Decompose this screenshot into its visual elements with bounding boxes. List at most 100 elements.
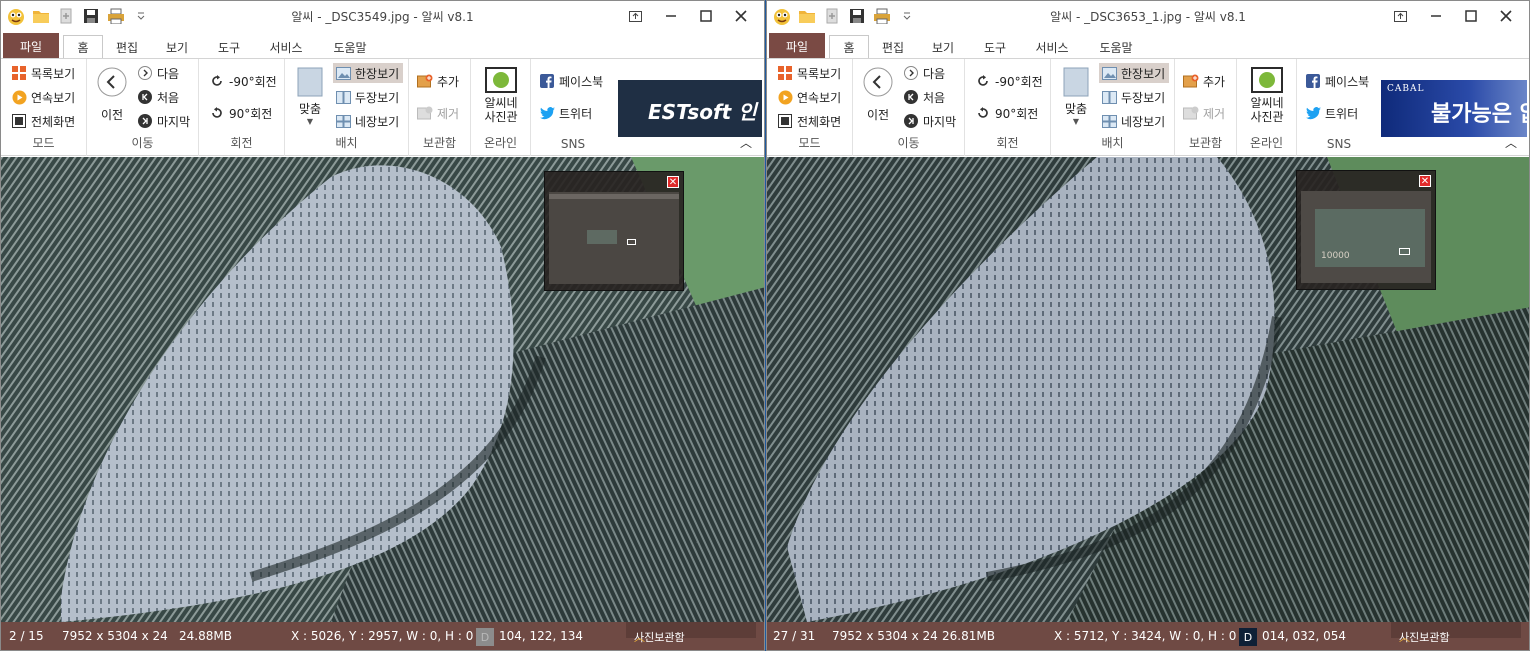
play-icon bbox=[11, 89, 27, 105]
single-view-button[interactable]: 한장보기 bbox=[1099, 63, 1170, 83]
rotate-cw-button[interactable]: 90°회전 bbox=[209, 103, 272, 123]
last-button[interactable]: 마지막 bbox=[903, 111, 956, 131]
navigator-panel[interactable]: ✕ bbox=[544, 171, 684, 291]
navigator-view-rect[interactable] bbox=[1399, 248, 1410, 255]
slideshow-button[interactable]: 연속보기 bbox=[777, 87, 841, 107]
tab-file[interactable]: 파일 bbox=[769, 33, 825, 59]
group-label-online: 온라인 bbox=[1249, 136, 1284, 150]
tab-help[interactable]: 도움말 bbox=[325, 36, 375, 59]
album-remove-button[interactable]: 제거 bbox=[417, 103, 459, 123]
quad-view-button[interactable]: 네장보기 bbox=[335, 111, 399, 131]
last-button[interactable]: 마지막 bbox=[137, 111, 190, 131]
slideshow-button[interactable]: 연속보기 bbox=[11, 87, 75, 107]
alsee-photo-studio-button[interactable]: 알씨네 사진관 bbox=[1243, 66, 1291, 124]
prev-button[interactable]: 이전 bbox=[861, 67, 895, 123]
image-canvas[interactable]: ✕ bbox=[1, 157, 764, 622]
group-label-online: 온라인 bbox=[483, 136, 518, 150]
dropdown-arrow-icon: ▼ bbox=[1072, 117, 1080, 126]
tab-tools[interactable]: 도구 bbox=[211, 36, 247, 59]
pin-top-icon[interactable] bbox=[618, 5, 653, 27]
list-view-button[interactable]: 목록보기 bbox=[777, 63, 841, 83]
tab-help[interactable]: 도움말 bbox=[1091, 36, 1141, 59]
tab-tools[interactable]: 도구 bbox=[977, 36, 1013, 59]
album-toggle[interactable]: 사진보관함 ︿ bbox=[626, 622, 756, 644]
group-rotate: -90°회전 90°회전 회전 bbox=[965, 59, 1051, 156]
dropdown-arrow-icon: ▼ bbox=[306, 117, 314, 126]
double-view-button[interactable]: 두장보기 bbox=[1101, 87, 1165, 107]
twitter-button[interactable]: 트위터 bbox=[1305, 103, 1358, 123]
fit-button[interactable]: 맞춤 ▼ bbox=[1059, 67, 1093, 126]
group-sns: 페이스북 트위터 SNS bbox=[1297, 59, 1381, 156]
next-button[interactable]: 다음 bbox=[903, 63, 945, 83]
quad-view-icon bbox=[1101, 113, 1117, 129]
tab-file[interactable]: 파일 bbox=[3, 33, 59, 59]
navigator-close-icon[interactable]: ✕ bbox=[667, 176, 679, 188]
tab-edit[interactable]: 편집 bbox=[875, 36, 911, 59]
group-move: 이전 다음 처음 마지막 이동 bbox=[853, 59, 965, 156]
group-album: 추가 제거 보관함 bbox=[409, 59, 471, 156]
navigator-thumbnail[interactable]: 10000 bbox=[1301, 191, 1431, 283]
tab-service[interactable]: 서비스 bbox=[1027, 36, 1077, 59]
minimize-icon[interactable] bbox=[653, 5, 688, 27]
double-view-button[interactable]: 두장보기 bbox=[335, 87, 399, 107]
maximize-icon[interactable] bbox=[688, 5, 723, 27]
photo-frame-icon bbox=[485, 66, 517, 96]
collapse-ribbon-icon[interactable]: ︿ bbox=[1505, 134, 1517, 151]
quad-view-button[interactable]: 네장보기 bbox=[1101, 111, 1165, 131]
remove-from-album-icon bbox=[417, 105, 433, 121]
fit-button[interactable]: 맞춤 ▼ bbox=[293, 67, 327, 126]
facebook-button[interactable]: 페이스북 bbox=[539, 71, 603, 91]
tab-home[interactable]: 홈 bbox=[829, 35, 869, 59]
minimize-icon[interactable] bbox=[1418, 5, 1453, 27]
close-icon[interactable] bbox=[723, 5, 758, 27]
single-view-button[interactable]: 한장보기 bbox=[333, 63, 404, 83]
ad-banner[interactable]: ESTsoft 인 bbox=[618, 80, 762, 137]
navigator-thumbnail[interactable] bbox=[549, 192, 679, 284]
twitter-icon bbox=[539, 105, 555, 121]
first-button[interactable]: 처음 bbox=[903, 87, 945, 107]
alsee-photo-studio-button[interactable]: 알씨네 사진관 bbox=[477, 66, 525, 124]
window-controls bbox=[618, 5, 758, 27]
twitter-button[interactable]: 트위터 bbox=[539, 103, 592, 123]
album-add-button[interactable]: 추가 bbox=[1183, 71, 1225, 91]
rotate-cw-button[interactable]: 90°회전 bbox=[975, 103, 1038, 123]
close-icon[interactable] bbox=[1488, 5, 1523, 27]
ad-banner[interactable]: CABAL 불가능은 없 bbox=[1381, 80, 1527, 137]
rotate-ccw-button[interactable]: -90°회전 bbox=[209, 71, 277, 91]
fullscreen-icon bbox=[777, 113, 793, 129]
image-canvas[interactable]: ✕ 10000 bbox=[767, 157, 1529, 622]
thumbnail-banknote bbox=[587, 230, 617, 244]
first-icon bbox=[903, 89, 919, 105]
navigator-view-rect[interactable] bbox=[627, 239, 636, 245]
pixel-color-values: 104, 122, 134 bbox=[499, 629, 583, 643]
pin-top-icon[interactable] bbox=[1383, 5, 1418, 27]
image-dimensions: 7952 x 5304 x 24 bbox=[62, 629, 168, 643]
tab-view[interactable]: 보기 bbox=[159, 36, 195, 59]
first-button[interactable]: 처음 bbox=[137, 87, 179, 107]
navigator-close-icon[interactable]: ✕ bbox=[1419, 175, 1431, 187]
tab-service[interactable]: 서비스 bbox=[261, 36, 311, 59]
tab-home[interactable]: 홈 bbox=[63, 35, 103, 59]
maximize-icon[interactable] bbox=[1453, 5, 1488, 27]
album-toggle[interactable]: 사진보관함 ︿ bbox=[1391, 622, 1521, 644]
facebook-button[interactable]: 페이스북 bbox=[1305, 71, 1369, 91]
rotate-ccw-button[interactable]: -90°회전 bbox=[975, 71, 1043, 91]
album-remove-button[interactable]: 제거 bbox=[1183, 103, 1225, 123]
tab-edit[interactable]: 편집 bbox=[109, 36, 145, 59]
thumbnail-denomination: 10000 bbox=[1321, 251, 1350, 261]
fit-icon bbox=[1063, 67, 1089, 100]
album-add-button[interactable]: 추가 bbox=[417, 71, 459, 91]
collapse-ribbon-icon[interactable]: ︿ bbox=[740, 134, 752, 151]
fullscreen-button[interactable]: 전체화면 bbox=[11, 111, 75, 131]
tab-view[interactable]: 보기 bbox=[925, 36, 961, 59]
fullscreen-button[interactable]: 전체화면 bbox=[777, 111, 841, 131]
prev-button[interactable]: 이전 bbox=[95, 67, 129, 123]
list-view-button[interactable]: 목록보기 bbox=[11, 63, 75, 83]
next-button[interactable]: 다음 bbox=[137, 63, 179, 83]
image-position: 2 / 15 bbox=[9, 629, 44, 643]
file-size: 24.88MB bbox=[179, 629, 232, 643]
navigator-panel[interactable]: ✕ 10000 bbox=[1296, 170, 1436, 290]
add-to-album-icon bbox=[1183, 73, 1199, 89]
group-move: 이전 다음 처음 마지막 이동 bbox=[87, 59, 199, 156]
group-label-sns: SNS bbox=[560, 137, 586, 151]
